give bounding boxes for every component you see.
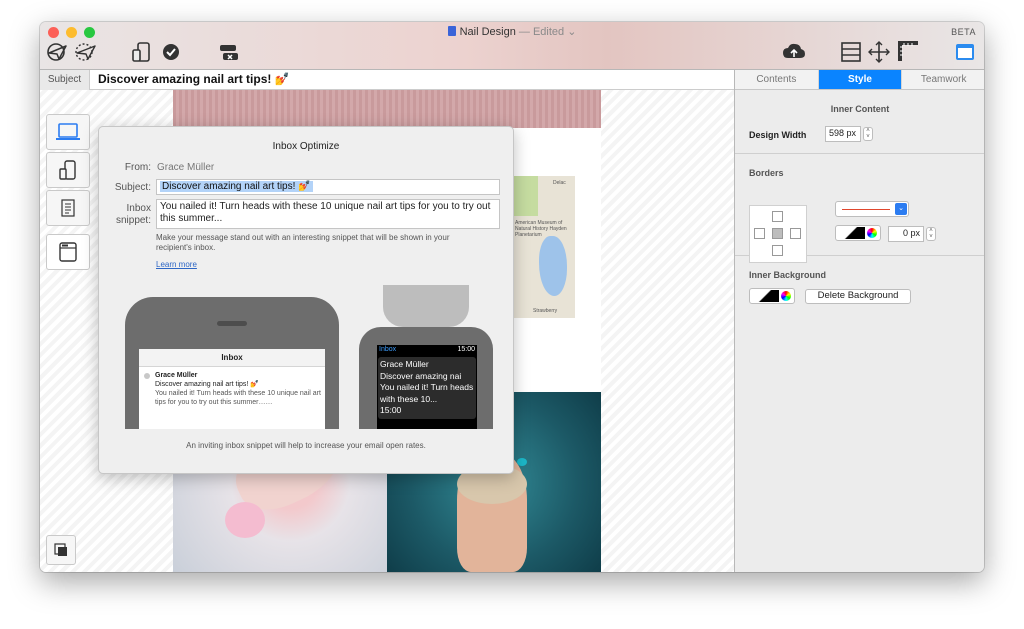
border-line-preview (842, 209, 890, 210)
edited-status[interactable]: — Edited ⌄ (519, 26, 577, 38)
border-bottom-toggle[interactable] (772, 245, 783, 256)
color-wheel-icon (867, 228, 877, 238)
watch-preview: Inbox 15:00 Grace Müller Discover amazin… (359, 327, 493, 429)
border-width-stepper[interactable]: ˄ ˅ (926, 227, 936, 241)
nail-shape (517, 458, 527, 466)
desktop-preview-button[interactable] (46, 114, 90, 150)
tab-contents[interactable]: Contents (735, 70, 819, 89)
layers-icon (54, 543, 67, 556)
window-icon[interactable] (954, 42, 976, 62)
inner-background-section: Inner Background Delete Background (735, 256, 984, 316)
phone-inbox-header: Inbox (139, 349, 325, 367)
beta-badge: BETA (951, 27, 976, 37)
inbox-preview-button[interactable] (46, 234, 90, 270)
border-style-select[interactable]: ⌄ (835, 201, 909, 217)
color-swatch (751, 290, 779, 302)
design-width-field[interactable]: 598 px (825, 126, 861, 142)
snippet-field[interactable]: You nailed it! Turn heads with these 10 … (156, 199, 500, 229)
phone-preview: Inbox Grace Müller Discover amazing nail… (125, 297, 339, 429)
subject-field[interactable]: Discover amazing nail art tips! 💅 (156, 179, 500, 195)
unread-dot (144, 373, 150, 379)
map-image[interactable]: Delac American Museum of Natural History… (513, 176, 575, 318)
subject-selected-text: Discover amazing nail art tips! 💅 (160, 181, 313, 192)
send-icon[interactable] (46, 41, 68, 63)
laptop-icon (56, 123, 80, 140)
from-label: From: (124, 162, 151, 173)
inspector-sidebar: Contents Style Teamwork Inner Content De… (734, 70, 984, 572)
chevron-down-icon: ⌄ (895, 203, 907, 215)
layers-button[interactable] (46, 535, 76, 565)
inner-background-title: Inner Background (749, 270, 827, 280)
mobile-preview-button[interactable] (46, 152, 90, 188)
phone-subject: Discover amazing nail art tips! 💅 (155, 381, 260, 388)
document-icon (61, 199, 75, 217)
subject-label: Subject (40, 70, 90, 90)
watch-screen: Inbox 15:00 Grace Müller Discover amazin… (377, 345, 477, 429)
app-window: Nail Design — Edited ⌄ BETA Subject Disc… (40, 22, 984, 572)
map-label: American Museum of Natural History Hayde… (515, 220, 567, 238)
inner-content-title: Inner Content (830, 104, 890, 114)
snippet-label-line1: Inbox (126, 203, 151, 214)
titlebar: Nail Design — Edited ⌄ BETA (40, 22, 984, 70)
document-icon (447, 26, 456, 36)
tab-teamwork[interactable]: Teamwork (902, 70, 984, 89)
snippet-label-line2: snippet: (115, 215, 151, 226)
upload-cloud-icon[interactable] (782, 41, 806, 63)
popover-footer: An inviting inbox snippet will help to i… (186, 441, 426, 450)
spam-icon[interactable] (218, 41, 240, 63)
border-all-toggle[interactable] (772, 228, 783, 239)
phone-speaker (217, 321, 247, 326)
park-area (513, 176, 538, 216)
border-right-toggle[interactable] (790, 228, 801, 239)
inbox-icon (59, 242, 77, 262)
canvas-area: Subject Discover amazing nail art tips! … (40, 70, 734, 572)
subject-text[interactable]: Discover amazing nail art tips! 💅 (98, 72, 290, 86)
color-wheel-icon (781, 291, 791, 301)
map-label-bottom: Strawberry (533, 308, 558, 314)
lake-area (539, 236, 567, 296)
phone-sender: Grace Müller (155, 372, 198, 379)
header-image[interactable] (173, 90, 601, 128)
check-icon[interactable] (162, 43, 180, 61)
flower-shape (225, 502, 265, 538)
design-width-stepper[interactable]: ˄ ˅ (863, 127, 873, 141)
phone-snippet: You nailed it! Turn heads with these 10 … (155, 390, 321, 406)
inbox-optimize-popover: Inbox Optimize From: Grace Müller Subjec… (98, 126, 514, 474)
phone-screen: Inbox Grace Müller Discover amazing nail… (139, 349, 325, 429)
border-left-toggle[interactable] (754, 228, 765, 239)
inner-content-section: Inner Content Design Width 598 px ˄ ˅ (735, 90, 984, 154)
border-color-well[interactable] (835, 225, 881, 241)
learn-more-link[interactable]: Learn more (156, 260, 197, 269)
background-color-well[interactable] (749, 288, 795, 304)
inspector-tabs: Contents Style Teamwork (735, 70, 984, 90)
delete-background-button[interactable]: Delete Background (805, 289, 911, 304)
schedule-icon[interactable] (72, 41, 98, 63)
color-swatch (837, 227, 865, 239)
move-icon[interactable] (868, 41, 890, 63)
subject-bar: Subject Discover amazing nail art tips! … (40, 70, 734, 90)
popover-title: Inbox Optimize (272, 141, 340, 152)
from-value: Grace Müller (157, 162, 215, 173)
subject-label: Subject: (114, 182, 151, 193)
devices-icon (59, 160, 76, 180)
snippet-help-text: Make your message stand out with an inte… (156, 233, 450, 252)
watch-top: Inbox 15:00 (379, 346, 475, 353)
border-top-toggle[interactable] (772, 211, 783, 222)
map-label-top: Delac (553, 180, 566, 186)
borders-section: Borders ⌄ 0 px ˄ ˅ (735, 154, 984, 263)
border-width-field[interactable]: 0 px (888, 226, 924, 242)
watch-inbox-label: Inbox (379, 346, 397, 353)
text-preview-button[interactable] (46, 190, 90, 226)
tab-style[interactable]: Style (818, 70, 903, 89)
ruler-icon[interactable] (898, 41, 920, 63)
layout-icon[interactable] (840, 41, 862, 63)
window-title: Nail Design — Edited ⌄ (40, 25, 984, 38)
watch-time: 15:00 (457, 346, 475, 353)
watch-message: Grace Müller Discover amazing nai You na… (378, 357, 476, 419)
watch-band (383, 285, 469, 327)
devices-icon[interactable] (130, 41, 154, 63)
design-width-label: Design Width (749, 130, 807, 140)
phone-mail-item: Grace Müller Discover amazing nail art t… (155, 371, 323, 407)
borders-title: Borders (749, 168, 784, 178)
